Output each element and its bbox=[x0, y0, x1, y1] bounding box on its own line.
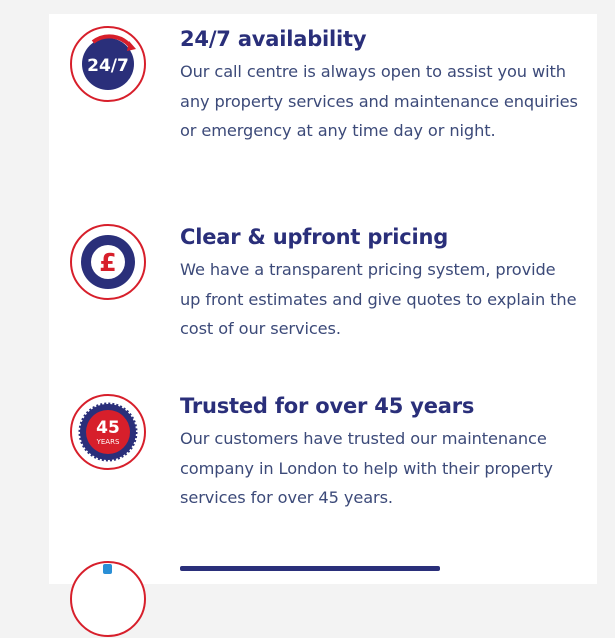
feature-title: 24/7 availability bbox=[180, 27, 367, 51]
features-panel: 24/7 24/7 availability Our call centre i… bbox=[49, 14, 597, 637]
feature-description: Our call centre is always open to assist… bbox=[180, 62, 578, 141]
partial-feature-title bbox=[180, 566, 440, 571]
badge-subtext: YEARS bbox=[96, 438, 120, 446]
clock-24-7-icon: 24/7 bbox=[69, 25, 147, 103]
feature-title: Trusted for over 45 years bbox=[180, 394, 475, 418]
feature-description: Our customers have trusted our maintenan… bbox=[180, 429, 553, 508]
badge-text: 45 bbox=[96, 418, 120, 438]
badge-text: £ bbox=[99, 248, 116, 277]
pound-sign-icon: £ bbox=[69, 223, 147, 301]
partial-feature-icon bbox=[69, 560, 147, 638]
feature-title: Clear & upfront pricing bbox=[180, 225, 449, 249]
feature-description: We have a transparent pricing system, pr… bbox=[180, 260, 577, 339]
badge-text: 24/7 bbox=[87, 56, 129, 76]
45-years-seal-icon: 45 YEARS bbox=[69, 393, 147, 471]
